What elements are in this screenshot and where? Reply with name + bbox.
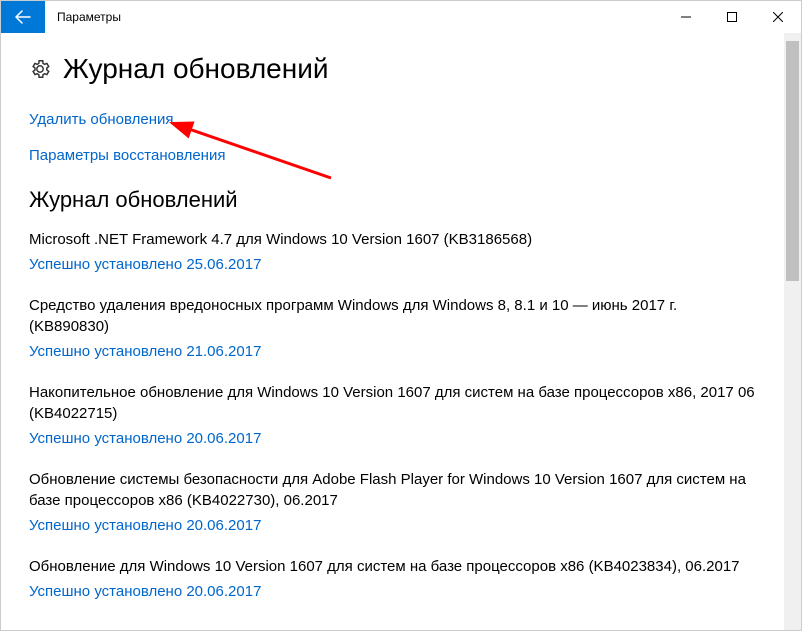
update-name: Обновление системы безопасности для Adob… — [29, 469, 756, 511]
minimize-icon — [681, 12, 691, 22]
scrollbar-thumb[interactable] — [786, 41, 799, 281]
section-title: Журнал обновлений — [29, 187, 756, 213]
titlebar: Параметры — [1, 1, 801, 33]
gear-icon — [29, 58, 51, 80]
minimize-button[interactable] — [663, 1, 709, 33]
update-item: Обновление для Windows 10 Version 1607 д… — [29, 556, 756, 600]
maximize-button[interactable] — [709, 1, 755, 33]
update-status[interactable]: Успешно установлено 21.06.2017 — [29, 343, 756, 360]
update-item: Накопительное обновление для Windows 10 … — [29, 382, 756, 447]
back-arrow-icon — [15, 9, 31, 25]
update-status[interactable]: Успешно установлено 25.06.2017 — [29, 256, 756, 273]
vertical-scrollbar[interactable] — [784, 33, 801, 630]
recovery-options-link[interactable]: Параметры восстановления — [29, 147, 225, 164]
page-header: Журнал обновлений — [29, 53, 756, 85]
update-status[interactable]: Успешно установлено 20.06.2017 — [29, 517, 756, 534]
settings-window: Параметры Журнал обновлений Удалить об — [0, 0, 802, 631]
content-area: Журнал обновлений Удалить обновления Пар… — [1, 33, 784, 630]
maximize-icon — [727, 12, 737, 22]
update-item: Средство удаления вредоносных программ W… — [29, 295, 756, 360]
update-status[interactable]: Успешно установлено 20.06.2017 — [29, 583, 756, 600]
content-wrap: Журнал обновлений Удалить обновления Пар… — [1, 33, 801, 630]
close-button[interactable] — [755, 1, 801, 33]
update-name: Накопительное обновление для Windows 10 … — [29, 382, 756, 424]
window-controls — [663, 1, 801, 33]
window-title: Параметры — [45, 1, 663, 33]
uninstall-updates-link[interactable]: Удалить обновления — [29, 111, 174, 128]
update-name: Средство удаления вредоносных программ W… — [29, 295, 756, 337]
close-icon — [773, 12, 783, 22]
update-status[interactable]: Успешно установлено 20.06.2017 — [29, 430, 756, 447]
update-name: Обновление для Windows 10 Version 1607 д… — [29, 556, 756, 577]
update-item: Microsoft .NET Framework 4.7 для Windows… — [29, 229, 756, 273]
update-item: Обновление системы безопасности для Adob… — [29, 469, 756, 534]
back-button[interactable] — [1, 1, 45, 33]
page-title: Журнал обновлений — [63, 53, 328, 85]
update-name: Microsoft .NET Framework 4.7 для Windows… — [29, 229, 756, 250]
